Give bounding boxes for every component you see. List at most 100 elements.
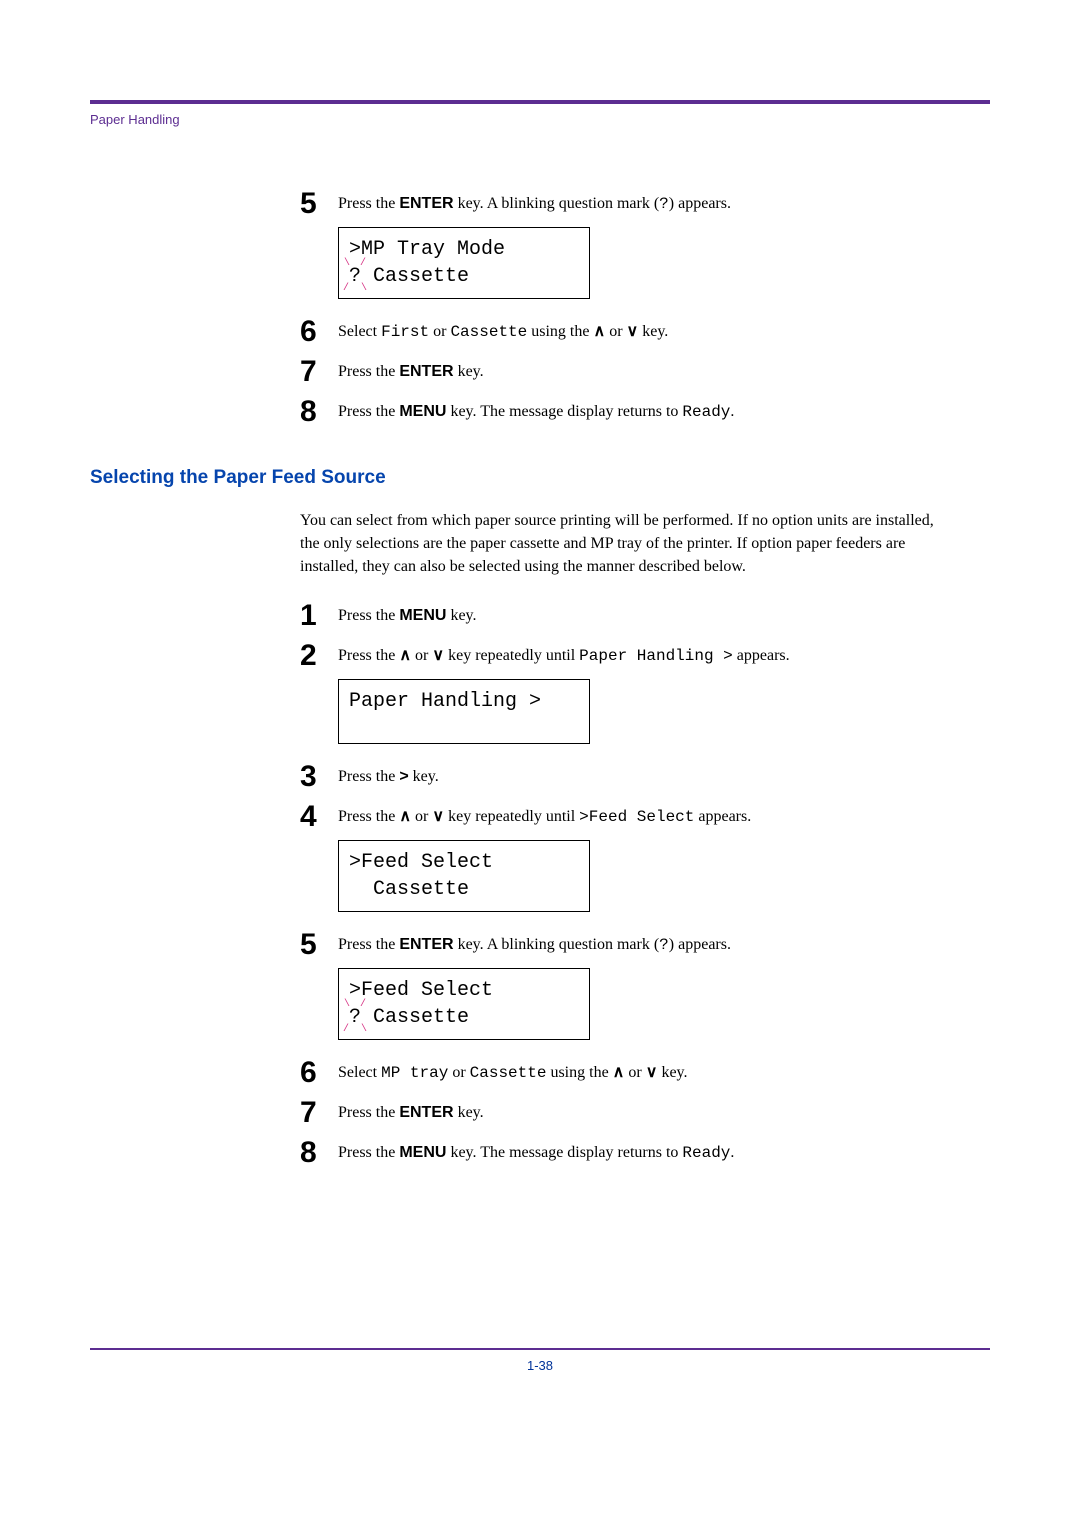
step-7-upper: 7 Press the ENTER key. (300, 355, 990, 387)
up-arrow-icon: ∧ (593, 323, 605, 340)
key-enter: ENTER (399, 195, 453, 212)
display-box: >Feed Select \//\? Cassette (338, 968, 590, 1040)
text: using the (546, 1064, 612, 1081)
step-text: Press the ∧ or ∨ key repeatedly until >F… (338, 800, 751, 828)
step-number: 5 (300, 187, 338, 219)
text: Press the (338, 403, 399, 420)
text: or (429, 323, 450, 340)
key-menu: MENU (399, 403, 446, 420)
display-box: Paper Handling > (338, 679, 590, 744)
option-cassette: Cassette (470, 1064, 547, 1082)
text: Select (338, 323, 381, 340)
text: or (624, 1064, 645, 1081)
char: ? (349, 265, 361, 288)
display-line: >Feed Select (349, 977, 579, 1004)
text: Press the (338, 936, 399, 953)
step-number: 8 (300, 1136, 338, 1168)
key-menu: MENU (399, 1144, 446, 1161)
text: or (448, 1064, 469, 1081)
display-line: >Feed Select (349, 849, 579, 876)
page-container: Paper Handling 5 Press the ENTER key. A … (0, 0, 1080, 1433)
step-text: Select First or Cassette using the ∧ or … (338, 315, 668, 343)
text: Press the (338, 808, 399, 825)
text: Press the (338, 363, 399, 380)
step-2-lower: 2 Press the ∧ or ∨ key repeatedly until … (300, 639, 990, 671)
key-menu: MENU (399, 607, 446, 624)
key-enter: ENTER (399, 936, 453, 953)
step-text: Press the ENTER key. (338, 355, 484, 383)
text: key. A blinking question mark ( (454, 195, 660, 212)
text: key repeatedly until (444, 647, 579, 664)
display-line: Cassette (349, 876, 579, 903)
text: using the (527, 323, 593, 340)
menu-paper-handling: Paper Handling > (579, 647, 733, 665)
text: key. (409, 768, 439, 785)
text: Cassette (361, 265, 469, 288)
blinking-char: \//\? (349, 263, 361, 290)
text: or (411, 647, 432, 664)
step-1-lower: 1 Press the MENU key. (300, 599, 990, 631)
header-label: Paper Handling (90, 112, 990, 127)
text: key. A blinking question mark ( (454, 936, 660, 953)
text: key. (446, 607, 476, 624)
step-number: 2 (300, 639, 338, 671)
text: ) appears. (669, 936, 731, 953)
step-text: Press the ∧ or ∨ key repeatedly until Pa… (338, 639, 790, 667)
content-area: 5 Press the ENTER key. A blinking questi… (90, 187, 990, 1168)
step-number: 6 (300, 1056, 338, 1088)
step-number: 3 (300, 760, 338, 792)
text: key. The message display returns to (446, 403, 682, 420)
text: appears. (694, 808, 751, 825)
header-rule (90, 100, 990, 104)
step-number: 6 (300, 315, 338, 347)
page-number: 1-38 (527, 1358, 553, 1373)
text: key. (454, 1104, 484, 1121)
footer: 1-38 (90, 1348, 990, 1373)
text: Select (338, 1064, 381, 1081)
option-cassette: Cassette (450, 323, 527, 341)
text: or (605, 323, 626, 340)
key-enter: ENTER (399, 1104, 453, 1121)
section-heading: Selecting the Paper Feed Source (90, 467, 990, 489)
display-box: >MP Tray Mode \//\? Cassette (338, 227, 590, 299)
step-text: Press the ENTER key. A blinking question… (338, 928, 731, 956)
step-text: Press the > key. (338, 760, 439, 788)
step-number: 4 (300, 800, 338, 832)
display-line: \//\? Cassette (349, 1004, 579, 1031)
step-6-upper: 6 Select First or Cassette using the ∧ o… (300, 315, 990, 347)
text: Press the (338, 768, 399, 785)
up-arrow-icon: ∧ (399, 647, 411, 664)
option-mp-tray: MP tray (381, 1064, 448, 1082)
step-number: 1 (300, 599, 338, 631)
menu-feed-select: >Feed Select (579, 808, 694, 826)
step-number: 8 (300, 395, 338, 427)
text: key. (454, 363, 484, 380)
status-ready: Ready (682, 1144, 730, 1162)
text: ) appears. (669, 195, 731, 212)
text: key repeatedly until (444, 808, 579, 825)
question-mark: ? (659, 936, 669, 954)
text: key. (657, 1064, 687, 1081)
display-line: >MP Tray Mode (349, 236, 579, 263)
step-number: 7 (300, 1096, 338, 1128)
text: Press the (338, 1104, 399, 1121)
step-text: Press the MENU key. The message display … (338, 395, 734, 423)
text: . (730, 1144, 734, 1161)
step-number: 7 (300, 355, 338, 387)
text: Press the (338, 607, 399, 624)
display-box: >Feed Select Cassette (338, 840, 590, 912)
down-arrow-icon: ∨ (627, 323, 639, 340)
display-line: Paper Handling > (349, 688, 579, 715)
down-arrow-icon: ∨ (432, 808, 444, 825)
intro-paragraph: You can select from which paper source p… (300, 509, 950, 579)
text: appears. (733, 647, 790, 664)
key-right: > (399, 768, 408, 785)
text: or (411, 808, 432, 825)
down-arrow-icon: ∨ (646, 1064, 658, 1081)
step-text: Select MP tray or Cassette using the ∧ o… (338, 1056, 688, 1084)
down-arrow-icon: ∨ (432, 647, 444, 664)
step-5-lower: 5 Press the ENTER key. A blinking questi… (300, 928, 990, 960)
step-4-lower: 4 Press the ∧ or ∨ key repeatedly until … (300, 800, 990, 832)
step-5-upper: 5 Press the ENTER key. A blinking questi… (300, 187, 990, 219)
step-number: 5 (300, 928, 338, 960)
